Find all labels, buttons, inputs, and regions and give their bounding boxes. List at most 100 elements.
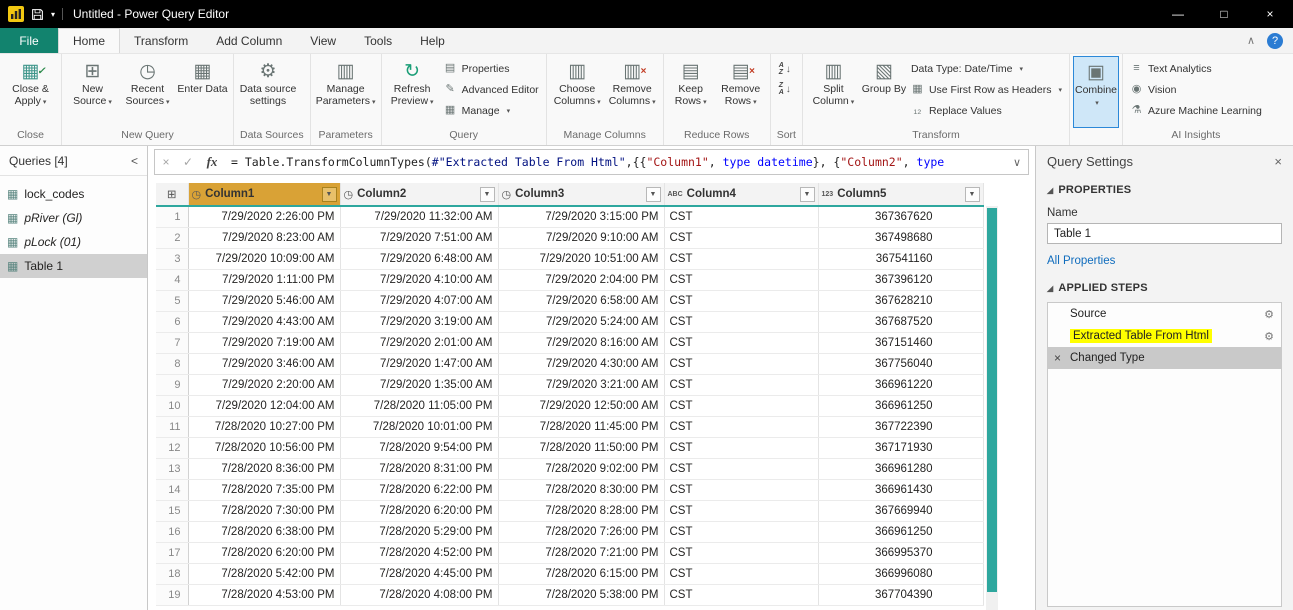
- group-by-button[interactable]: ▧ Group By: [861, 56, 907, 128]
- cell[interactable]: CST: [664, 542, 818, 563]
- query-name-input[interactable]: [1047, 223, 1282, 244]
- advanced-editor-button[interactable]: ✎ Advanced Editor: [444, 81, 539, 98]
- cell[interactable]: CST: [664, 479, 818, 500]
- close-panel-icon[interactable]: ×: [1274, 154, 1282, 169]
- help-icon[interactable]: ?: [1267, 33, 1283, 49]
- column-header-column4[interactable]: ABCColumn4▼: [664, 183, 818, 206]
- cell[interactable]: 7/28/2020 6:15:00 PM: [498, 563, 664, 584]
- quick-access-toolbar-arrow-icon[interactable]: ▾: [51, 10, 55, 19]
- tab-add-column[interactable]: Add Column: [202, 28, 296, 53]
- minimize-button[interactable]: —: [1155, 0, 1201, 28]
- cell[interactable]: 367396120: [818, 269, 983, 290]
- cell[interactable]: 7/29/2020 8:16:00 AM: [498, 332, 664, 353]
- row-number[interactable]: 17: [156, 542, 188, 563]
- remove-columns-button[interactable]: ▥× Remove Columns▾: [605, 56, 660, 128]
- row-number[interactable]: 19: [156, 584, 188, 605]
- tab-tools[interactable]: Tools: [350, 28, 406, 53]
- refresh-preview-button[interactable]: ↻ Refresh Preview▾: [385, 56, 440, 128]
- row-number[interactable]: 14: [156, 479, 188, 500]
- cell[interactable]: CST: [664, 290, 818, 311]
- cell[interactable]: CST: [664, 437, 818, 458]
- cell[interactable]: 7/29/2020 2:20:00 AM: [188, 374, 340, 395]
- close-apply-button[interactable]: ▦✓ Close & Apply▾: [3, 56, 58, 128]
- cell[interactable]: 7/28/2020 7:21:00 PM: [498, 542, 664, 563]
- cell[interactable]: 7/29/2020 3:46:00 AM: [188, 353, 340, 374]
- all-properties-link[interactable]: All Properties: [1047, 255, 1282, 267]
- column-type-icon-datetime[interactable]: ◷: [502, 188, 512, 201]
- tab-transform[interactable]: Transform: [120, 28, 202, 53]
- cell[interactable]: 7/28/2020 5:38:00 PM: [498, 584, 664, 605]
- tab-help[interactable]: Help: [406, 28, 459, 53]
- cell[interactable]: 7/28/2020 7:35:00 PM: [188, 479, 340, 500]
- select-all-corner[interactable]: ⊞: [156, 183, 188, 206]
- cell[interactable]: CST: [664, 416, 818, 437]
- row-number[interactable]: 12: [156, 437, 188, 458]
- cell[interactable]: 7/28/2020 10:01:00 PM: [340, 416, 498, 437]
- cell[interactable]: 367151460: [818, 332, 983, 353]
- filter-dropdown-icon[interactable]: ▼: [800, 187, 815, 202]
- cell[interactable]: 7/29/2020 4:10:00 AM: [340, 269, 498, 290]
- cell[interactable]: 7/29/2020 9:10:00 AM: [498, 227, 664, 248]
- keep-rows-button[interactable]: ▤ Keep Rows▾: [667, 56, 715, 128]
- cell[interactable]: 7/29/2020 2:26:00 PM: [188, 206, 340, 227]
- filter-dropdown-icon[interactable]: ▼: [322, 187, 337, 202]
- cell[interactable]: 7/28/2020 9:02:00 PM: [498, 458, 664, 479]
- query-list-item[interactable]: ▦pLock (01): [0, 230, 147, 254]
- cell[interactable]: CST: [664, 563, 818, 584]
- remove-rows-button[interactable]: ▤× Remove Rows▾: [715, 56, 767, 128]
- cell[interactable]: 7/28/2020 4:52:00 PM: [340, 542, 498, 563]
- cell[interactable]: 7/29/2020 10:09:00 AM: [188, 248, 340, 269]
- cell[interactable]: 7/29/2020 1:47:00 AM: [340, 353, 498, 374]
- formula-input[interactable]: = Table.TransformColumnTypes(#"Extracted…: [225, 155, 1006, 169]
- column-type-icon-number[interactable]: 123: [822, 191, 834, 198]
- cell[interactable]: 7/28/2020 6:20:00 PM: [340, 500, 498, 521]
- combine-button[interactable]: ▣ Combine▾: [1073, 56, 1119, 128]
- cell[interactable]: CST: [664, 353, 818, 374]
- row-number[interactable]: 10: [156, 395, 188, 416]
- cell[interactable]: CST: [664, 311, 818, 332]
- cell[interactable]: 366961250: [818, 521, 983, 542]
- cell[interactable]: CST: [664, 206, 818, 227]
- step-settings-gear-icon[interactable]: ⚙: [1264, 330, 1274, 343]
- cell[interactable]: 366961430: [818, 479, 983, 500]
- cell[interactable]: 7/29/2020 4:43:00 AM: [188, 311, 340, 332]
- cell[interactable]: 7/28/2020 11:05:00 PM: [340, 395, 498, 416]
- tab-file[interactable]: File: [0, 28, 58, 53]
- column-type-icon-text[interactable]: ABC: [668, 191, 683, 198]
- confirm-formula-icon[interactable]: ✓: [177, 155, 199, 169]
- cell[interactable]: 7/29/2020 4:30:00 AM: [498, 353, 664, 374]
- row-number[interactable]: 8: [156, 353, 188, 374]
- delete-step-icon[interactable]: ×: [1054, 351, 1070, 365]
- cell[interactable]: 7/28/2020 7:26:00 PM: [498, 521, 664, 542]
- query-list-item[interactable]: ▦pRiver (Gl): [0, 206, 147, 230]
- cell[interactable]: 7/29/2020 3:15:00 PM: [498, 206, 664, 227]
- cell[interactable]: 7/29/2020 3:19:00 AM: [340, 311, 498, 332]
- cell[interactable]: 7/28/2020 5:29:00 PM: [340, 521, 498, 542]
- enter-data-button[interactable]: ▦ Enter Data: [175, 56, 230, 128]
- applied-step[interactable]: Extracted Table From Html⚙: [1048, 325, 1281, 347]
- cell[interactable]: 7/28/2020 4:53:00 PM: [188, 584, 340, 605]
- row-number[interactable]: 13: [156, 458, 188, 479]
- data-type-button[interactable]: Data Type: Date/Time ▾: [911, 60, 1062, 77]
- new-source-button[interactable]: ⊞ New Source▾: [65, 56, 120, 128]
- query-list-item[interactable]: ▦Table 1: [0, 254, 147, 278]
- choose-columns-button[interactable]: ▥ Choose Columns▾: [550, 56, 605, 128]
- cell[interactable]: CST: [664, 584, 818, 605]
- cell[interactable]: CST: [664, 332, 818, 353]
- step-settings-gear-icon[interactable]: ⚙: [1264, 308, 1274, 321]
- cell[interactable]: CST: [664, 500, 818, 521]
- cell[interactable]: 7/28/2020 11:50:00 PM: [498, 437, 664, 458]
- cell[interactable]: 366996080: [818, 563, 983, 584]
- cell[interactable]: 7/29/2020 3:21:00 AM: [498, 374, 664, 395]
- cell[interactable]: 7/29/2020 7:51:00 AM: [340, 227, 498, 248]
- cell[interactable]: 7/28/2020 9:54:00 PM: [340, 437, 498, 458]
- row-number[interactable]: 11: [156, 416, 188, 437]
- column-header-column1[interactable]: ◷Column1▼: [188, 183, 340, 206]
- grid-vertical-scrollbar[interactable]: [986, 206, 998, 610]
- text-analytics-button[interactable]: ≡ Text Analytics: [1130, 60, 1262, 77]
- recent-sources-button[interactable]: ◷ Recent Sources▾: [120, 56, 175, 128]
- tab-view[interactable]: View: [296, 28, 350, 53]
- cell[interactable]: CST: [664, 395, 818, 416]
- row-number[interactable]: 2: [156, 227, 188, 248]
- replace-values-button[interactable]: ₁₂ Replace Values: [911, 102, 1062, 119]
